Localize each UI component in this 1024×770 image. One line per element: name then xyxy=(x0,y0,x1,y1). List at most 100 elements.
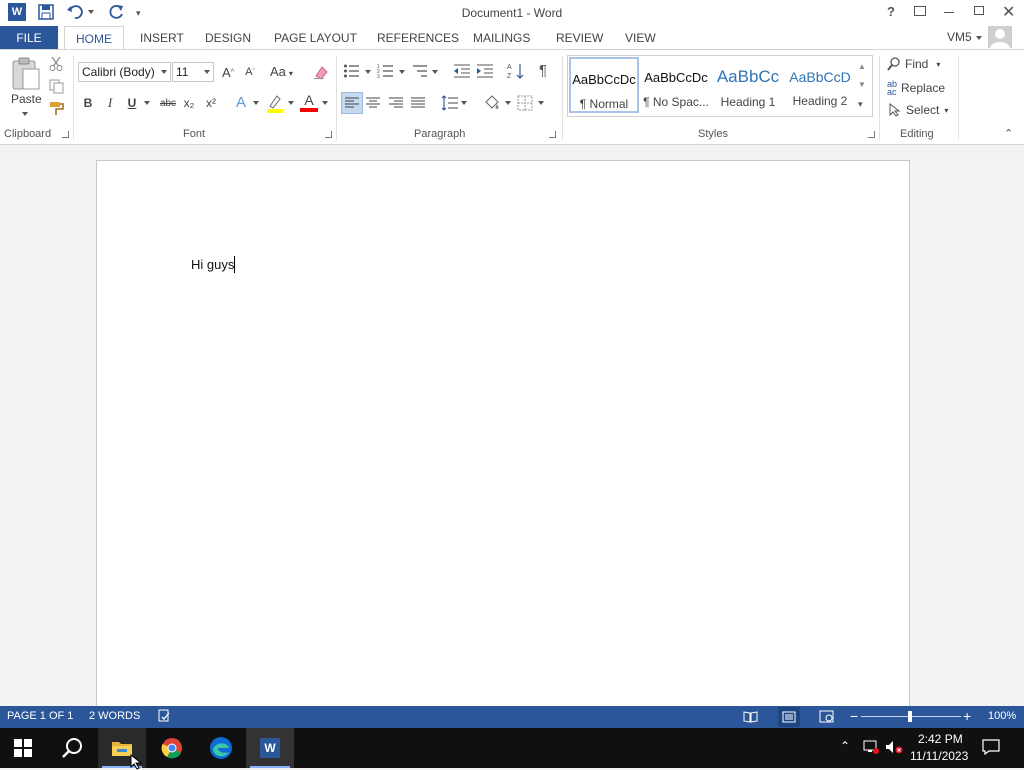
clipboard-launcher-icon[interactable] xyxy=(62,131,69,138)
word-taskbar-icon[interactable]: W xyxy=(246,728,294,768)
network-icon[interactable] xyxy=(863,740,879,754)
align-right-icon[interactable] xyxy=(389,97,403,109)
document-text[interactable]: Hi guys xyxy=(191,257,234,272)
shrink-font-icon[interactable]: Aˇ xyxy=(241,63,259,81)
tab-mailings[interactable]: MAILINGS xyxy=(473,26,530,50)
multilevel-list-icon[interactable] xyxy=(411,63,429,79)
subscript-button[interactable]: x₂ xyxy=(180,94,198,112)
text-effects-dropdown-icon[interactable] xyxy=(253,101,259,105)
tab-design[interactable]: DESIGN xyxy=(205,26,251,50)
decrease-indent-icon[interactable] xyxy=(453,63,471,79)
highlight-dropdown-icon[interactable] xyxy=(288,101,294,105)
paste-dropdown-icon[interactable] xyxy=(22,112,28,116)
borders-dropdown-icon[interactable] xyxy=(538,101,544,105)
proofing-icon[interactable] xyxy=(157,709,171,723)
line-spacing-icon[interactable] xyxy=(441,95,459,111)
ribbon-display-options-icon[interactable] xyxy=(914,6,926,16)
tab-home[interactable]: HOME xyxy=(64,26,124,50)
tab-review[interactable]: REVIEW xyxy=(556,26,603,50)
borders-icon[interactable] xyxy=(517,95,533,111)
clock-time[interactable]: 2:42 PM xyxy=(918,732,963,746)
align-center-icon[interactable] xyxy=(366,97,380,109)
line-spacing-dropdown-icon[interactable] xyxy=(461,101,467,105)
style-no-spacing[interactable]: AaBbCcDc ¶ No Spac... xyxy=(641,57,711,113)
paste-icon[interactable] xyxy=(10,57,42,93)
zoom-in-button[interactable]: + xyxy=(963,708,971,724)
paste-button-label[interactable]: Paste xyxy=(11,92,42,106)
user-menu-chevron-icon[interactable] xyxy=(976,36,982,40)
zoom-level[interactable]: 100% xyxy=(988,710,1016,722)
multilevel-list-dropdown-icon[interactable] xyxy=(432,70,438,74)
font-size-dropdown-icon[interactable] xyxy=(204,70,210,74)
word-count[interactable]: 2 WORDS xyxy=(89,710,140,722)
font-name-dropdown-icon[interactable] xyxy=(161,70,167,74)
styles-launcher-icon[interactable] xyxy=(868,131,875,138)
minimize-icon[interactable] xyxy=(944,12,954,13)
highlight-color-icon[interactable] xyxy=(265,93,285,113)
show-formatting-marks-icon[interactable]: ¶ xyxy=(539,62,547,79)
page-count[interactable]: PAGE 1 OF 1 xyxy=(7,710,73,722)
font-name-combo[interactable]: Calibri (Body) xyxy=(78,62,171,82)
styles-scroll-up-icon[interactable]: ▲ xyxy=(858,62,866,71)
superscript-button[interactable]: x² xyxy=(202,94,220,112)
cut-icon[interactable] xyxy=(49,56,63,72)
volume-icon[interactable] xyxy=(885,740,903,754)
underline-button[interactable]: U xyxy=(123,94,141,112)
restore-icon[interactable] xyxy=(974,6,984,15)
text-effects-icon[interactable]: A xyxy=(232,93,250,111)
strikethrough-button[interactable]: abc xyxy=(156,94,180,112)
underline-dropdown-icon[interactable] xyxy=(144,101,150,105)
sort-icon[interactable]: AZ xyxy=(507,62,525,80)
numbering-dropdown-icon[interactable] xyxy=(399,70,405,74)
zoom-slider-thumb[interactable] xyxy=(908,711,912,722)
tab-file[interactable]: FILE xyxy=(0,26,58,50)
tab-view[interactable]: VIEW xyxy=(625,26,656,50)
style-heading-1[interactable]: AaBbCc Heading 1 xyxy=(713,57,783,113)
format-painter-icon[interactable] xyxy=(49,101,65,117)
grow-font-icon[interactable]: A ^ xyxy=(219,63,237,81)
help-button[interactable]: ? xyxy=(887,4,895,19)
select-button[interactable]: Select ▾ xyxy=(889,103,948,117)
styles-scroll-down-icon[interactable]: ▼ xyxy=(858,80,866,89)
close-icon[interactable]: ✕ xyxy=(1002,2,1015,22)
zoom-out-button[interactable]: − xyxy=(850,708,858,724)
avatar[interactable] xyxy=(988,26,1012,48)
bold-button[interactable]: B xyxy=(79,94,97,112)
clear-formatting-icon[interactable] xyxy=(313,64,329,80)
read-mode-icon[interactable] xyxy=(743,710,758,723)
styles-more-icon[interactable]: ▾ xyxy=(858,99,863,110)
numbering-icon[interactable]: 123 xyxy=(377,63,395,79)
print-layout-icon[interactable] xyxy=(778,707,800,727)
change-case-button[interactable]: Aa ▾ xyxy=(270,64,293,79)
paragraph-launcher-icon[interactable] xyxy=(549,131,556,138)
font-size-combo[interactable]: 11 xyxy=(172,62,214,82)
start-button[interactable] xyxy=(14,739,32,757)
collapse-ribbon-icon[interactable]: ⌃ xyxy=(1004,127,1013,140)
user-name[interactable]: VM5 xyxy=(947,30,972,44)
tab-page-layout[interactable]: PAGE LAYOUT xyxy=(274,26,357,50)
find-button[interactable]: Find ▾ xyxy=(887,57,940,71)
font-launcher-icon[interactable] xyxy=(325,131,332,138)
font-color-icon[interactable]: A xyxy=(300,93,318,112)
copy-icon[interactable] xyxy=(49,79,64,94)
document-page[interactable] xyxy=(96,160,910,720)
replace-button[interactable]: ab ac Replace xyxy=(887,80,945,97)
style-normal[interactable]: AaBbCcDc ¶ Normal xyxy=(569,57,639,113)
justify-icon[interactable] xyxy=(411,97,425,109)
chrome-icon[interactable] xyxy=(161,737,183,759)
increase-indent-icon[interactable] xyxy=(476,63,494,79)
shading-dropdown-icon[interactable] xyxy=(505,101,511,105)
bullets-icon[interactable] xyxy=(343,63,361,79)
show-hidden-icons-chevron-icon[interactable]: ⌃ xyxy=(840,739,850,753)
style-heading-2[interactable]: AaBbCcD Heading 2 xyxy=(785,57,855,113)
tab-insert[interactable]: INSERT xyxy=(140,26,184,50)
search-icon[interactable] xyxy=(61,737,83,759)
edge-icon[interactable] xyxy=(209,736,233,760)
notifications-icon[interactable] xyxy=(982,739,1000,755)
tab-references[interactable]: REFERENCES xyxy=(377,26,459,50)
clock-date[interactable]: 11/11/2023 xyxy=(910,749,968,763)
web-layout-icon[interactable] xyxy=(819,710,834,723)
font-color-dropdown-icon[interactable] xyxy=(322,101,328,105)
italic-button[interactable]: I xyxy=(101,94,119,112)
align-left-icon[interactable] xyxy=(341,92,363,114)
